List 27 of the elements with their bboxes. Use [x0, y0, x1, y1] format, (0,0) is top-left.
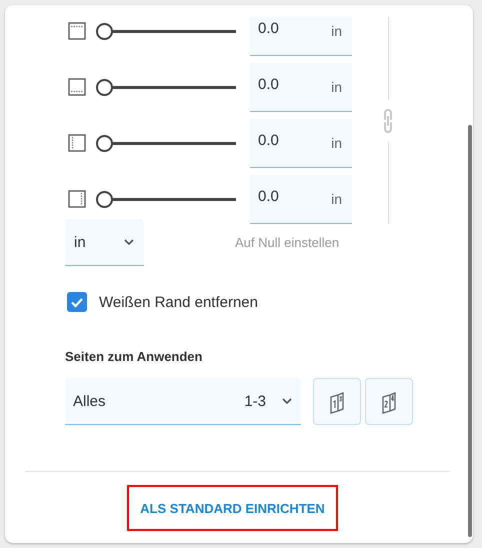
caret-icon	[282, 398, 292, 404]
margin-field[interactable]: 0.0 in	[250, 62, 352, 112]
set-default-button[interactable]: ALS STANDARD EINRICHTEN	[127, 485, 338, 531]
section-label: Seiten zum Anwenden	[65, 349, 204, 364]
slider-thumb[interactable]	[96, 78, 113, 96]
pages-select[interactable]: Alles 1-3	[65, 378, 301, 425]
slider-thumb[interactable]	[96, 22, 113, 40]
margin-side-icon	[68, 78, 86, 96]
checkbox-label: Weißen Rand entfernen	[99, 294, 258, 310]
margin-side-icon	[68, 134, 86, 152]
slider-thumb[interactable]	[96, 190, 113, 208]
page-order-button[interactable]	[313, 378, 361, 425]
margin-side-icon	[68, 190, 86, 208]
margin-field[interactable]: 0.0 in	[250, 118, 352, 168]
slider[interactable]	[96, 190, 236, 208]
scrollbar-thumb[interactable]	[468, 125, 472, 537]
slider-thumb[interactable]	[96, 134, 113, 152]
unit-select[interactable]: in	[65, 219, 144, 266]
slider[interactable]	[96, 134, 236, 152]
margin-side-icon	[68, 22, 86, 40]
slider[interactable]	[96, 22, 236, 40]
margin-field[interactable]: 0.0 in	[250, 17, 352, 56]
slider[interactable]	[96, 78, 236, 96]
checkbox[interactable]	[67, 292, 87, 312]
page-order-button[interactable]	[365, 378, 413, 425]
caret-icon	[124, 239, 134, 245]
margin-field[interactable]: 0.0 in	[250, 174, 352, 224]
